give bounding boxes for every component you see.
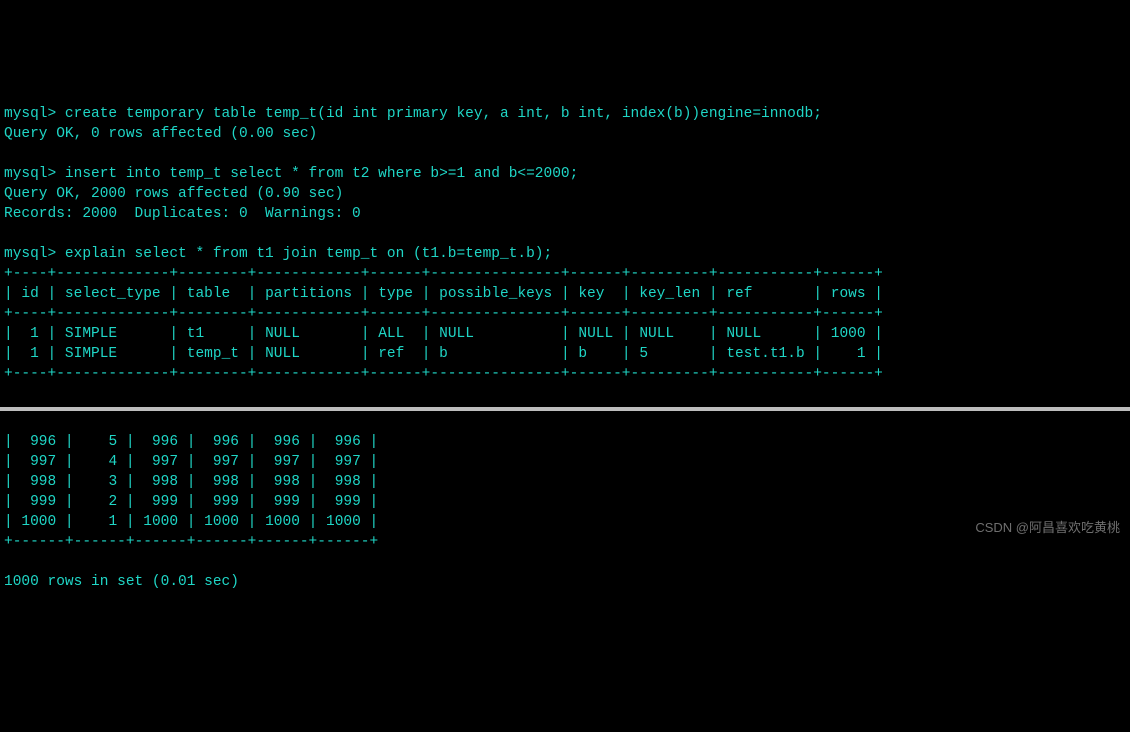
- col-rows: rows: [831, 286, 866, 302]
- cell: NULL: [726, 326, 761, 342]
- cell: NULL: [265, 326, 300, 342]
- cell: 998: [30, 474, 56, 490]
- cell: 998: [152, 474, 178, 490]
- col-select-type: select_type: [65, 286, 161, 302]
- cell: NULL: [265, 346, 300, 362]
- cell: 1000: [143, 514, 178, 530]
- cell: SIMPLE: [65, 326, 117, 342]
- cell: 1000: [265, 514, 300, 530]
- cell: 4: [108, 454, 117, 470]
- query-ok-insert: Query OK, 2000 rows affected (0.90 sec): [4, 186, 343, 202]
- col-table: table: [187, 286, 231, 302]
- result-table-border-bot: +------+------+------+------+------+----…: [4, 534, 378, 550]
- explain-table-border-top: +----+-------------+--------+-----------…: [4, 266, 883, 282]
- cell: NULL: [439, 326, 474, 342]
- cell: test.t1.b: [726, 346, 804, 362]
- cell: 1: [108, 514, 117, 530]
- cell: 997: [152, 454, 178, 470]
- screenshot-divider: [0, 407, 1130, 411]
- cell: NULL: [639, 326, 674, 342]
- cell: ref: [378, 346, 404, 362]
- mysql-prompt: mysql>: [4, 166, 56, 182]
- col-id: id: [21, 286, 38, 302]
- insert-stats: Records: 2000 Duplicates: 0 Warnings: 0: [4, 206, 361, 222]
- col-key-len: key_len: [639, 286, 700, 302]
- cell: 996: [213, 434, 239, 450]
- cell: 3: [108, 474, 117, 490]
- cell: 1000: [831, 326, 866, 342]
- cell: 997: [213, 454, 239, 470]
- cell: 997: [30, 454, 56, 470]
- explain-table-border-mid: +----+-------------+--------+-----------…: [4, 306, 883, 322]
- cell: SIMPLE: [65, 346, 117, 362]
- cell: 998: [335, 474, 361, 490]
- cell: t1: [187, 326, 204, 342]
- cell: 999: [152, 494, 178, 510]
- sql-create-temp-table: create temporary table temp_t(id int pri…: [65, 106, 822, 122]
- sql-explain: explain select * from t1 join temp_t on …: [65, 246, 552, 262]
- cell: b: [578, 346, 587, 362]
- cell: 1000: [204, 514, 239, 530]
- col-possible-keys: possible_keys: [439, 286, 552, 302]
- terminal-output: mysql> create temporary table temp_t(id …: [4, 84, 1126, 384]
- result-tail: | 996 | 5 | 996 | 996 | 996 | 996 | | 99…: [4, 432, 1126, 592]
- cell: NULL: [578, 326, 613, 342]
- rows-in-set: 1000 rows in set (0.01 sec): [4, 574, 239, 590]
- col-key: key: [578, 286, 604, 302]
- watermark: CSDN @阿昌喜欢吃黄桃: [975, 519, 1120, 537]
- sql-insert: insert into temp_t select * from t2 wher…: [65, 166, 578, 182]
- mysql-prompt: mysql>: [4, 246, 56, 262]
- cell: 997: [274, 454, 300, 470]
- cell: 5: [639, 346, 648, 362]
- cell: 999: [213, 494, 239, 510]
- cell: temp_t: [187, 346, 239, 362]
- query-ok-create: Query OK, 0 rows affected (0.00 sec): [4, 126, 317, 142]
- cell: 5: [108, 434, 117, 450]
- cell: 1: [30, 326, 39, 342]
- cell: 996: [152, 434, 178, 450]
- cell: 999: [335, 494, 361, 510]
- cell: 1: [857, 346, 866, 362]
- cell: 1000: [326, 514, 361, 530]
- cell: ALL: [378, 326, 404, 342]
- col-partitions: partitions: [265, 286, 352, 302]
- cell: 999: [30, 494, 56, 510]
- cell: b: [439, 346, 448, 362]
- col-ref: ref: [726, 286, 752, 302]
- cell: 1000: [21, 514, 56, 530]
- cell: 996: [30, 434, 56, 450]
- explain-table-border-bot: +----+-------------+--------+-----------…: [4, 366, 883, 382]
- cell: 1: [30, 346, 39, 362]
- cell: 998: [274, 474, 300, 490]
- cell: 996: [335, 434, 361, 450]
- cell: 997: [335, 454, 361, 470]
- col-type: type: [378, 286, 413, 302]
- mysql-prompt: mysql>: [4, 106, 56, 122]
- cell: 996: [274, 434, 300, 450]
- cell: 999: [274, 494, 300, 510]
- cell: 998: [213, 474, 239, 490]
- cell: 2: [108, 494, 117, 510]
